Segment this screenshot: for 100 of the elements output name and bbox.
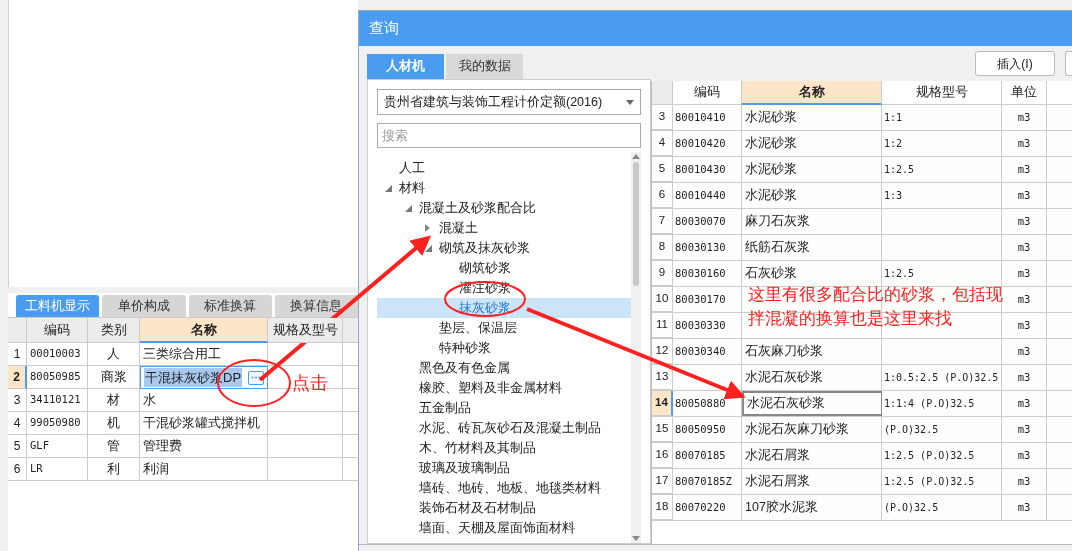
row-number: 11 <box>652 313 673 338</box>
table-cell-text: 水泥石灰砂浆 <box>747 395 825 413</box>
expanded-icon[interactable] <box>425 244 432 252</box>
table-cell: 34110121 <box>27 389 88 412</box>
table-cell: 机 <box>88 412 140 435</box>
table-cell: 80070185Z <box>673 469 742 494</box>
column-header[interactable]: 编码 <box>673 81 742 105</box>
tree-item[interactable]: 玻璃及玻璃制品 <box>419 458 510 478</box>
row-number: 5 <box>8 435 27 458</box>
table-cell-text: 107胶水泥浆 <box>745 499 818 517</box>
tree-item[interactable]: 水泥、砖瓦灰砂石及混凝土制品 <box>419 418 601 438</box>
row-number: 13 <box>652 365 673 390</box>
column-header[interactable]: 规格及型号 <box>268 318 343 343</box>
column-header[interactable]: 规格型号 <box>882 81 1002 105</box>
table-cell-text: 水泥砂浆 <box>745 161 797 179</box>
tab[interactable]: 单价构成 <box>102 295 186 317</box>
row-number: 6 <box>652 183 673 208</box>
table-cell: 80030340 <box>673 339 742 364</box>
table-cell-text: (P.O)32.5 <box>884 423 939 437</box>
tree-item[interactable]: 木、竹材料及其制品 <box>419 438 536 458</box>
table-cell-text: 石灰砂浆 <box>745 265 797 283</box>
tree-item[interactable]: 砌筑及抹灰砂浆 <box>439 238 530 258</box>
insert-button[interactable]: 插入(I) <box>975 51 1055 76</box>
row-number: 18 <box>652 495 673 520</box>
window-title: 查询 <box>369 18 399 39</box>
table-cell-text: 水泥石灰砂浆 <box>745 369 823 387</box>
column-header[interactable]: 单位 <box>1002 81 1047 105</box>
table-cell: 利 <box>88 458 140 481</box>
column-header[interactable]: 名称 <box>742 81 882 105</box>
table-cell: 80050950 <box>673 417 742 442</box>
column-header[interactable]: 类别 <box>88 318 140 343</box>
table-cell: m3 <box>1002 495 1047 520</box>
scrollbar[interactable] <box>631 152 641 543</box>
table-cell: m3 <box>1002 157 1047 182</box>
tree-item[interactable]: 砌筑砂浆 <box>459 258 511 278</box>
expanded-icon[interactable] <box>405 204 412 212</box>
search-field[interactable]: 搜索 <box>377 123 641 148</box>
tree-item[interactable]: 墙面、天棚及屋面饰面材料 <box>419 518 575 538</box>
row-number: 3 <box>8 389 27 412</box>
tree-item[interactable]: 五金制品 <box>419 398 471 418</box>
table-cell-text: 三类综合用工 <box>143 345 221 364</box>
scroll-up-icon[interactable] <box>632 154 640 159</box>
tab[interactable]: 我的数据 <box>446 54 523 79</box>
column-header[interactable]: 名称 <box>140 318 268 343</box>
table-cell: 80050880 <box>673 391 742 416</box>
tree-item[interactable]: 特种砂浆 <box>439 338 491 358</box>
table-cell-text: (P.O)32.5 <box>884 501 939 515</box>
tab[interactable]: 换算信息 <box>274 295 358 317</box>
table-cell-text: 1:2 <box>884 137 903 151</box>
table-cell-text: 水泥石屑浆 <box>745 473 810 491</box>
row-number: 4 <box>652 131 673 156</box>
table-cell-text: 1:3 <box>884 189 903 203</box>
table-cell: 80010410 <box>673 105 742 130</box>
table-cell: m3 <box>1002 339 1047 364</box>
table-cell-text: 1:0.5:2.5 (P.O)32.5 <box>884 371 999 385</box>
table-cell: m3 <box>1002 417 1047 442</box>
table-cell-text: 水泥砂浆 <box>745 109 797 127</box>
row-number: 4 <box>8 412 27 435</box>
table-cell: m3 <box>1002 209 1047 234</box>
tree-item[interactable]: 垫层、保温层 <box>439 318 517 338</box>
dropdown-value: 贵州省建筑与装饰工程计价定额(2016) <box>384 93 603 111</box>
row-number: 5 <box>652 157 673 182</box>
tree-item[interactable]: 人工 <box>399 158 425 178</box>
row-number: 7 <box>652 209 673 234</box>
table-cell-text: 石灰麻刀砂浆 <box>745 343 823 361</box>
scroll-down-icon[interactable] <box>632 536 640 541</box>
table-cell-text: 水泥砂浆 <box>745 135 797 153</box>
tree-item[interactable]: 混凝土及砂浆配合比 <box>419 198 536 218</box>
table-cell-text: 1:2.5 (P.O)32.5 <box>884 449 975 463</box>
library-dropdown[interactable]: 贵州省建筑与装饰工程计价定额(2016) <box>377 89 641 115</box>
row-number: 14 <box>652 391 673 416</box>
tree-item[interactable]: 橡胶、塑料及非金属材料 <box>419 378 562 398</box>
expanded-icon[interactable] <box>385 184 392 192</box>
tree-item[interactable]: 墙砖、地砖、地板、地毯类材料 <box>419 478 601 498</box>
table-cell-text: 利润 <box>143 460 169 479</box>
table-cell: 80010440 <box>673 183 742 208</box>
table-cell: m3 <box>1002 469 1047 494</box>
annotation-text: 点击 <box>292 372 328 395</box>
collapsed-icon[interactable] <box>425 224 430 232</box>
table-cell: 管 <box>88 435 140 458</box>
table-cell: 00010003 <box>27 343 88 366</box>
row-number: 16 <box>652 443 673 468</box>
table-cell: m3 <box>1002 131 1047 156</box>
row-number: 6 <box>8 458 27 481</box>
tree-item[interactable]: 黑色及有色金属 <box>419 358 510 378</box>
scroll-thumb[interactable] <box>633 162 639 286</box>
table-cell: 80030130 <box>673 235 742 260</box>
tree-item[interactable]: 混凝土 <box>439 218 478 238</box>
table-cell-text: 1:1 <box>884 111 903 125</box>
table-cell: 99050980 <box>27 412 88 435</box>
table-cell: m3 <box>1002 287 1047 312</box>
table-cell: 80070220 <box>673 495 742 520</box>
row-number: 17 <box>652 469 673 494</box>
tree-item[interactable]: 装饰石材及石材制品 <box>419 498 536 518</box>
tree-item[interactable]: 材料 <box>399 178 425 198</box>
table-cell-text: 1:2.5 <box>884 163 915 177</box>
table-cell: m3 <box>1002 391 1047 416</box>
table-cell-text: 麻刀石灰浆 <box>745 213 810 231</box>
column-header[interactable]: 编码 <box>27 318 88 343</box>
tab[interactable]: 标准换算 <box>188 295 272 317</box>
